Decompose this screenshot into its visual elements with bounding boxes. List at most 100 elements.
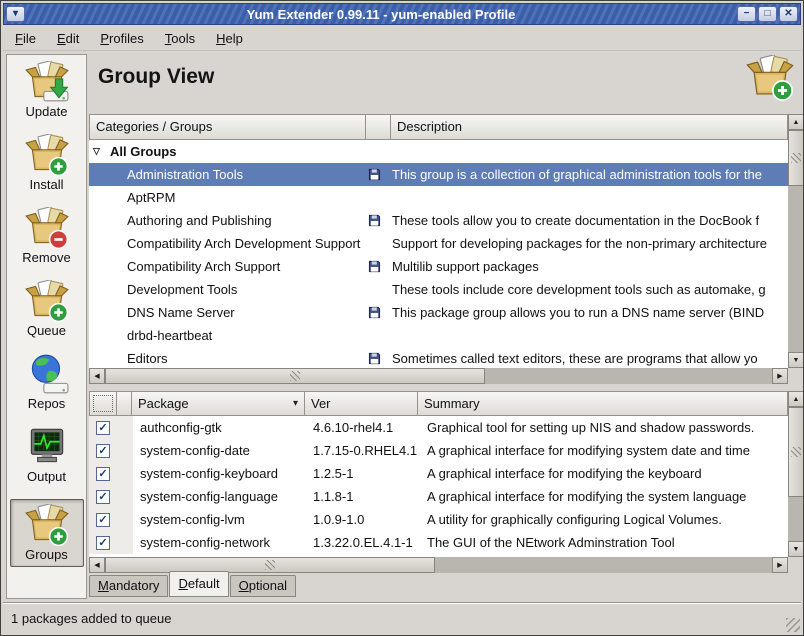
tab-default[interactable]: Default [169, 571, 228, 597]
minimize-button[interactable]: − [737, 6, 756, 22]
group-name: Development Tools [127, 282, 237, 297]
tab-optional[interactable]: Optional [230, 575, 296, 597]
sidebar-item-label: Groups [11, 547, 83, 562]
group-vertical-scrollbar[interactable]: ▲ ▼ [788, 114, 804, 368]
group-row-administration-tools[interactable]: Administration Tools This group is a col… [89, 163, 788, 186]
update-box-icon [24, 61, 70, 103]
resize-grip[interactable] [786, 618, 800, 632]
tab-mandatory[interactable]: Mandatory [89, 575, 168, 597]
package-row-authconfig-gtk[interactable]: ✓ authconfig-gtk 4.6.10-rhel4.1 Graphica… [89, 416, 788, 439]
group-description: These tools allow you to create document… [392, 213, 788, 228]
sidebar-item-remove[interactable]: Remove [11, 207, 83, 265]
menu-tools[interactable]: Tools [163, 29, 197, 48]
sidebar-item-repos[interactable]: Repos [11, 353, 83, 411]
package-checkbox[interactable]: ✓ [96, 536, 110, 550]
sidebar-item-update[interactable]: Update [11, 61, 83, 119]
installed-floppy-icon [368, 306, 381, 319]
page-title: Group View [98, 65, 214, 89]
group-table-header: Categories / Groups Description [89, 114, 788, 140]
menu-help[interactable]: Help [214, 29, 245, 48]
scroll-down-icon[interactable]: ▼ [788, 541, 804, 557]
status-text: 1 packages added to queue [11, 611, 171, 626]
scrollbar-corner [788, 368, 804, 384]
scroll-left-icon[interactable]: ◀ [89, 368, 105, 384]
group-row-all-groups[interactable]: ▽All Groups [89, 140, 788, 163]
scroll-up-icon[interactable]: ▲ [788, 114, 804, 130]
titlebar[interactable]: ▾ Yum Extender 0.99.11 - yum-enabled Pro… [3, 3, 801, 25]
queue-box-icon [24, 280, 70, 322]
group-type-tabs: Mandatory Default Optional [89, 571, 297, 597]
window-menu-button[interactable]: ▾ [6, 6, 25, 22]
group-row-development-tools[interactable]: Development Tools These tools include co… [89, 278, 788, 301]
scroll-right-icon[interactable]: ▶ [772, 368, 788, 384]
package-checkbox[interactable]: ✓ [96, 421, 110, 435]
group-view-icon [745, 55, 795, 101]
package-row-system-config-language[interactable]: ✓ system-config-language 1.1.8-1 A graph… [89, 485, 788, 508]
sidebar-item-output[interactable]: Output [11, 426, 83, 484]
group-horizontal-scrollbar[interactable]: ◀ ▶ [89, 368, 788, 384]
package-checkbox[interactable]: ✓ [96, 467, 110, 481]
group-name: AptRPM [127, 190, 175, 205]
group-row-authoring-and-publishing[interactable]: Authoring and Publishing These tools all… [89, 209, 788, 232]
close-icon: ✕ [784, 8, 792, 19]
group-name: Authoring and Publishing [127, 213, 272, 228]
package-vertical-scrollbar[interactable]: ▲ ▼ [788, 391, 804, 557]
package-name: system-config-date [133, 443, 307, 458]
close-button[interactable]: ✕ [779, 6, 798, 22]
sidebar-item-install[interactable]: Install [11, 134, 83, 192]
package-row-system-config-keyboard[interactable]: ✓ system-config-keyboard 1.2.5-1 A graph… [89, 462, 788, 485]
expander-icon[interactable]: ▽ [93, 146, 110, 157]
column-header-description[interactable]: Description [390, 114, 788, 140]
group-row-drbd-heartbeat[interactable]: drbd-heartbeat [89, 324, 788, 347]
sidebar-item-queue[interactable]: Queue [11, 280, 83, 338]
group-row-editors[interactable]: Editors Sometimes called text editors, t… [89, 347, 788, 368]
group-row-dns-name-server[interactable]: DNS Name Server This package group allow… [89, 301, 788, 324]
package-name: system-config-network [133, 535, 307, 550]
menubar: File Edit Profiles Tools Help [3, 26, 801, 51]
package-version: 1.2.5-1 [307, 466, 421, 481]
sidebar-item-label: Remove [11, 250, 83, 265]
column-header-summary[interactable]: Summary [417, 391, 788, 416]
package-summary: A graphical interface for modifying the … [421, 489, 788, 504]
repos-globe-icon [24, 353, 70, 395]
package-checkbox[interactable]: ✓ [96, 444, 110, 458]
column-header-icon[interactable] [365, 114, 391, 140]
package-row-system-config-lvm[interactable]: ✓ system-config-lvm 1.0.9-1.0 A utility … [89, 508, 788, 531]
column-header-ver[interactable]: Ver [304, 391, 418, 416]
tab-label: Mandatory [98, 578, 159, 593]
package-row-system-config-date[interactable]: ✓ system-config-date 1.7.15-0.RHEL4.1 A … [89, 439, 788, 462]
package-table-body: ✓ authconfig-gtk 4.6.10-rhel4.1 Graphica… [89, 416, 788, 557]
yum-extender-window: ▾ Yum Extender 0.99.11 - yum-enabled Pro… [0, 0, 804, 636]
maximize-button[interactable]: □ [758, 6, 777, 22]
scroll-down-icon[interactable]: ▼ [788, 352, 804, 368]
menu-profiles[interactable]: Profiles [98, 29, 145, 48]
scroll-right-icon[interactable]: ▶ [772, 557, 788, 573]
package-version: 1.1.8-1 [307, 489, 421, 504]
maximize-icon: □ [764, 8, 770, 19]
menu-file[interactable]: File [13, 29, 38, 48]
column-header-groups[interactable]: Categories / Groups [89, 114, 366, 140]
group-description: Multilib support packages [392, 259, 788, 274]
column-header-package[interactable]: Package▾ [131, 391, 305, 416]
group-tree-body: ▽All Groups Administration Tools This gr… [89, 140, 788, 368]
group-vscroll-thumb[interactable] [788, 130, 804, 186]
scrollbar-corner [788, 557, 804, 573]
group-hscroll-thumb[interactable] [105, 368, 485, 384]
group-row-aptrpm[interactable]: AptRPM [89, 186, 788, 209]
sidebar-item-groups[interactable]: Groups [10, 499, 84, 567]
installed-floppy-icon [368, 168, 381, 181]
package-vscroll-thumb[interactable] [788, 407, 804, 497]
column-header-select[interactable] [89, 391, 117, 416]
column-header-flag[interactable] [116, 391, 132, 416]
group-name: Editors [127, 351, 167, 366]
group-row-compat-arch-support[interactable]: Compatibility Arch Support Multilib supp… [89, 255, 788, 278]
package-checkbox[interactable]: ✓ [96, 490, 110, 504]
tab-label: Default [178, 576, 219, 591]
select-all-focus[interactable] [93, 395, 113, 412]
package-row-system-config-network[interactable]: ✓ system-config-network 1.3.22.0.EL.4.1-… [89, 531, 788, 554]
package-name: authconfig-gtk [133, 420, 307, 435]
menu-edit[interactable]: Edit [55, 29, 81, 48]
package-checkbox[interactable]: ✓ [96, 513, 110, 527]
scroll-up-icon[interactable]: ▲ [788, 391, 804, 407]
group-row-compat-arch-dev-support[interactable]: Compatibility Arch Development Support S… [89, 232, 788, 255]
